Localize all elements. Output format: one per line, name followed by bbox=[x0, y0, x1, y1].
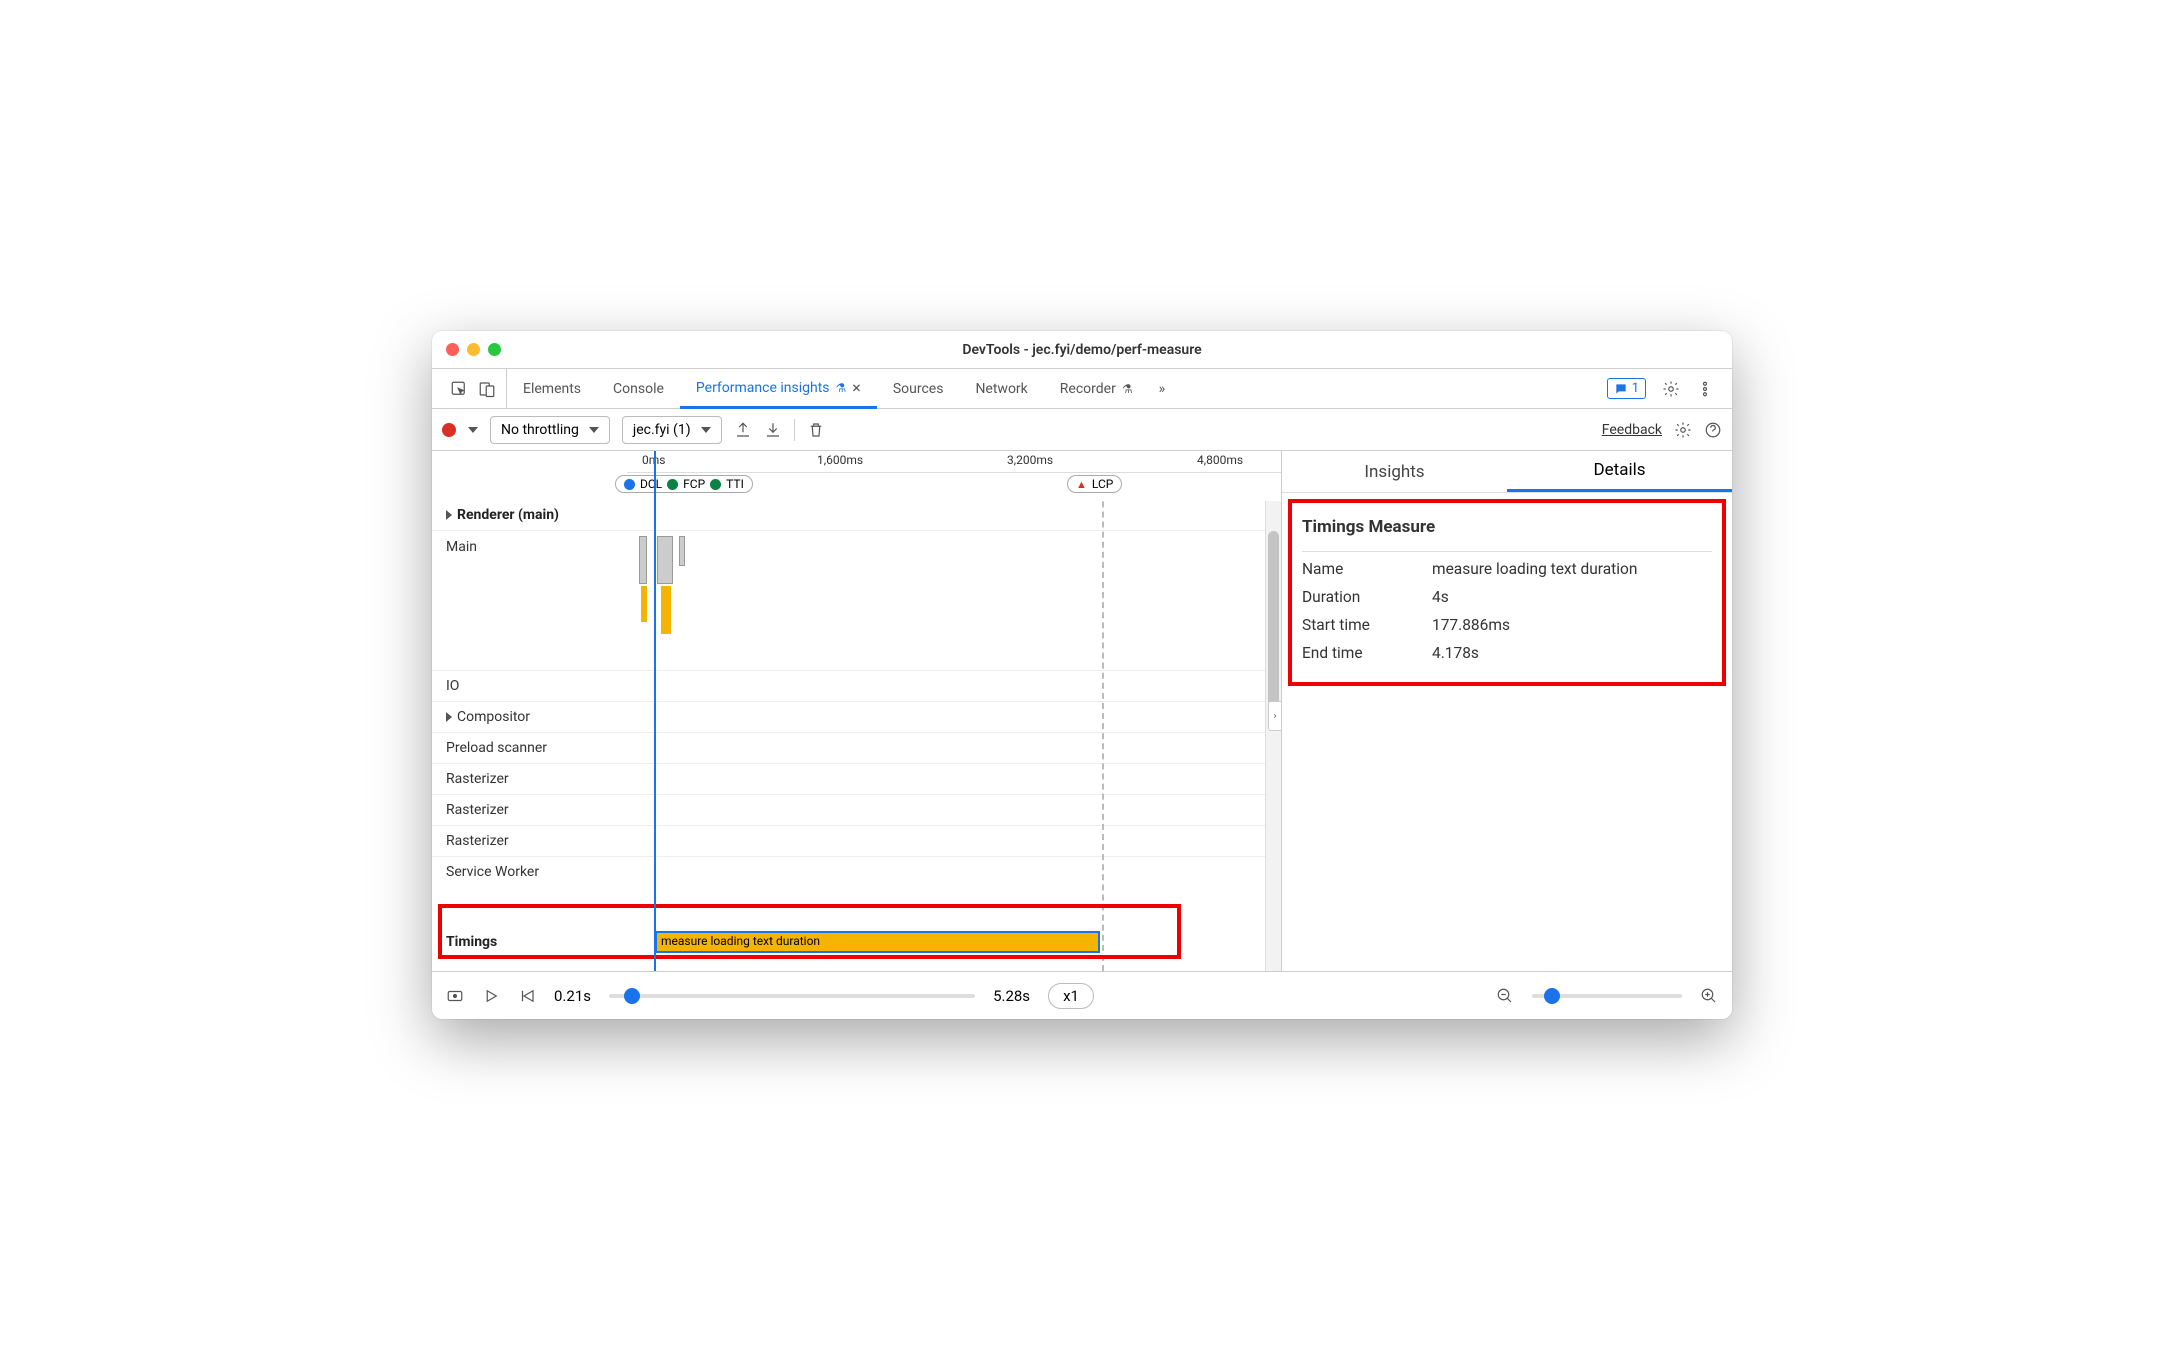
detail-row-name: Namemeasure loading text duration bbox=[1302, 552, 1712, 580]
dcl-marker-icon bbox=[624, 479, 635, 490]
close-window-icon[interactable] bbox=[446, 343, 459, 356]
experiment-icon: ⚗ bbox=[1122, 382, 1133, 396]
start-time-label: 0.21s bbox=[554, 987, 591, 1005]
separator bbox=[794, 419, 795, 441]
caret-right-icon bbox=[446, 712, 452, 722]
tab-details[interactable]: Details bbox=[1507, 451, 1732, 492]
inspect-element-icon[interactable] bbox=[450, 380, 468, 398]
detail-row-duration: Duration4s bbox=[1302, 580, 1712, 608]
track-rasterizer[interactable]: Rasterizer bbox=[432, 764, 627, 795]
lcp-warning-icon: ▲ bbox=[1076, 478, 1087, 491]
devtools-window: DevTools - jec.fyi/demo/perf-measure Ele… bbox=[432, 331, 1732, 1019]
ruler-tick: 1,600ms bbox=[817, 453, 863, 467]
vitals-pill[interactable]: DCL FCP TTI bbox=[615, 475, 753, 493]
device-toolbar-icon[interactable] bbox=[478, 380, 496, 398]
titlebar: DevTools - jec.fyi/demo/perf-measure bbox=[432, 331, 1732, 369]
perf-toolbar: No throttling jec.fyi (1) Feedback bbox=[432, 409, 1732, 451]
track-rasterizer[interactable]: Rasterizer bbox=[432, 826, 627, 857]
time-ruler[interactable]: 0ms 1,600ms 3,200ms 4,800ms bbox=[627, 451, 1281, 473]
play-icon[interactable] bbox=[482, 987, 500, 1005]
delete-icon[interactable] bbox=[807, 421, 825, 439]
chevron-down-icon bbox=[589, 427, 599, 433]
import-icon[interactable] bbox=[764, 421, 782, 439]
record-button[interactable] bbox=[442, 423, 456, 437]
details-title: Timings Measure bbox=[1302, 511, 1712, 552]
window-title: DevTools - jec.fyi/demo/perf-measure bbox=[432, 342, 1732, 358]
annotation-highlight: Timings Measure Namemeasure loading text… bbox=[1288, 499, 1726, 686]
track-area[interactable]: https://jec.fyi/demo/perf-measure Render… bbox=[432, 501, 1281, 971]
marker-line bbox=[1102, 501, 1104, 971]
playback-speed-button[interactable]: x1 bbox=[1048, 983, 1094, 1009]
detail-row-end-time: End time4.178s bbox=[1302, 636, 1712, 664]
help-icon[interactable] bbox=[1704, 421, 1722, 439]
annotation-highlight bbox=[438, 904, 1181, 959]
track-renderer[interactable]: Renderer (main) bbox=[432, 501, 627, 531]
ruler-tick: 4,800ms bbox=[1197, 453, 1243, 467]
devtools-tabstrip: Elements Console Performance insights ⚗ … bbox=[432, 369, 1732, 409]
end-time-label: 5.28s bbox=[993, 987, 1030, 1005]
time-slider[interactable] bbox=[609, 994, 975, 998]
tab-recorder[interactable]: Recorder⚗ bbox=[1044, 369, 1149, 408]
track-service-worker[interactable]: Service Worker bbox=[432, 857, 627, 888]
panel-settings-icon[interactable] bbox=[1674, 421, 1692, 439]
details-pane: Insights Details Timings Measure Namemea… bbox=[1282, 451, 1732, 971]
tab-performance-insights[interactable]: Performance insights ⚗ × bbox=[680, 369, 877, 409]
export-icon[interactable] bbox=[734, 421, 752, 439]
more-tabs-button[interactable]: » bbox=[1149, 369, 1176, 408]
maximize-window-icon[interactable] bbox=[488, 343, 501, 356]
tab-sources[interactable]: Sources bbox=[877, 369, 960, 408]
ruler-tick: 3,200ms bbox=[1007, 453, 1053, 467]
zoom-out-icon[interactable] bbox=[1496, 987, 1514, 1005]
record-menu-button[interactable] bbox=[468, 427, 478, 433]
chevron-down-icon bbox=[701, 427, 711, 433]
experiment-icon: ⚗ bbox=[836, 381, 847, 395]
tab-console[interactable]: Console bbox=[597, 369, 680, 408]
caret-right-icon bbox=[446, 510, 452, 520]
tab-insights[interactable]: Insights bbox=[1282, 451, 1507, 492]
slider-thumb[interactable] bbox=[1544, 988, 1560, 1004]
settings-icon[interactable] bbox=[1662, 380, 1680, 398]
close-tab-icon[interactable]: × bbox=[852, 378, 861, 397]
minimize-window-icon[interactable] bbox=[467, 343, 480, 356]
toggle-preview-icon[interactable] bbox=[446, 987, 464, 1005]
lcp-pill[interactable]: ▲LCP bbox=[1067, 475, 1122, 493]
sidebar-expand-handle[interactable]: › bbox=[1268, 701, 1281, 731]
tti-marker-icon bbox=[710, 479, 721, 490]
traffic-lights bbox=[446, 343, 501, 356]
track-main[interactable]: Main bbox=[432, 531, 627, 562]
issue-icon bbox=[1614, 382, 1628, 396]
detail-row-start-time: Start time177.886ms bbox=[1302, 608, 1712, 636]
web-vitals-lane: DCL FCP TTI ▲LCP bbox=[627, 473, 1281, 501]
playhead[interactable] bbox=[654, 451, 656, 971]
playback-footer: 0.21s 5.28s x1 bbox=[432, 971, 1732, 1019]
tab-network[interactable]: Network bbox=[959, 369, 1043, 408]
zoom-in-icon[interactable] bbox=[1700, 987, 1718, 1005]
track-compositor[interactable]: Compositor bbox=[432, 702, 627, 733]
fcp-marker-icon bbox=[667, 479, 678, 490]
recording-select[interactable]: jec.fyi (1) bbox=[622, 416, 722, 444]
track-preload-scanner[interactable]: Preload scanner bbox=[432, 733, 627, 764]
feedback-link[interactable]: Feedback bbox=[1602, 422, 1662, 438]
track-rasterizer[interactable]: Rasterizer bbox=[432, 795, 627, 826]
vertical-scrollbar[interactable] bbox=[1265, 501, 1281, 971]
kebab-menu-icon[interactable] bbox=[1696, 380, 1714, 398]
main-thread-activity[interactable] bbox=[639, 536, 694, 666]
issues-badge[interactable]: 1 bbox=[1607, 378, 1646, 399]
tab-elements[interactable]: Elements bbox=[507, 369, 597, 408]
track-io[interactable]: IO bbox=[432, 671, 627, 702]
throttling-select[interactable]: No throttling bbox=[490, 416, 610, 444]
panel-body: 0ms 1,600ms 3,200ms 4,800ms DCL FCP TTI … bbox=[432, 451, 1732, 971]
slider-thumb[interactable] bbox=[624, 988, 640, 1004]
timeline-pane[interactable]: 0ms 1,600ms 3,200ms 4,800ms DCL FCP TTI … bbox=[432, 451, 1282, 971]
rewind-icon[interactable] bbox=[518, 987, 536, 1005]
zoom-slider[interactable] bbox=[1532, 994, 1682, 998]
